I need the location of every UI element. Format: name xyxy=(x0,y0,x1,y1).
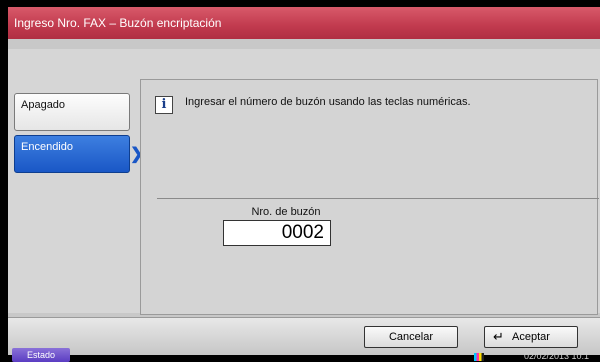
content-panel: i Ingresar el número de buzón usando las… xyxy=(140,79,599,315)
toner-icon xyxy=(474,353,484,361)
enter-icon: ↵ xyxy=(493,329,504,344)
accept-button[interactable]: ↵ Aceptar xyxy=(484,326,578,348)
cancel-button[interactable]: Cancelar xyxy=(364,326,458,348)
cancel-label: Cancelar xyxy=(388,331,434,343)
action-bar: Cancelar ↵ Aceptar xyxy=(8,317,600,355)
divider xyxy=(157,198,599,199)
mailbox-number-label: Nro. de buzón xyxy=(251,206,321,218)
status-button[interactable]: Estado xyxy=(12,348,70,362)
option-off-button[interactable]: Apagado xyxy=(14,93,130,131)
option-on-button[interactable]: Encendido xyxy=(14,135,130,173)
accept-label: Aceptar xyxy=(512,331,550,343)
option-on-label: Encendido xyxy=(21,141,73,153)
status-bar xyxy=(0,355,600,362)
info-icon: i xyxy=(155,96,173,114)
info-message: Ingresar el número de buzón usando las t… xyxy=(185,96,471,108)
option-off-label: Apagado xyxy=(21,99,66,111)
window-title: Ingreso Nro. FAX – Buzón encriptación xyxy=(8,7,600,39)
datetime: 02/02/2013 10:1 xyxy=(524,351,590,361)
mailbox-number-field[interactable]: 0002 xyxy=(223,220,331,246)
device-screen: Ingreso Nro. FAX – Buzón encriptación Ap… xyxy=(8,7,600,355)
